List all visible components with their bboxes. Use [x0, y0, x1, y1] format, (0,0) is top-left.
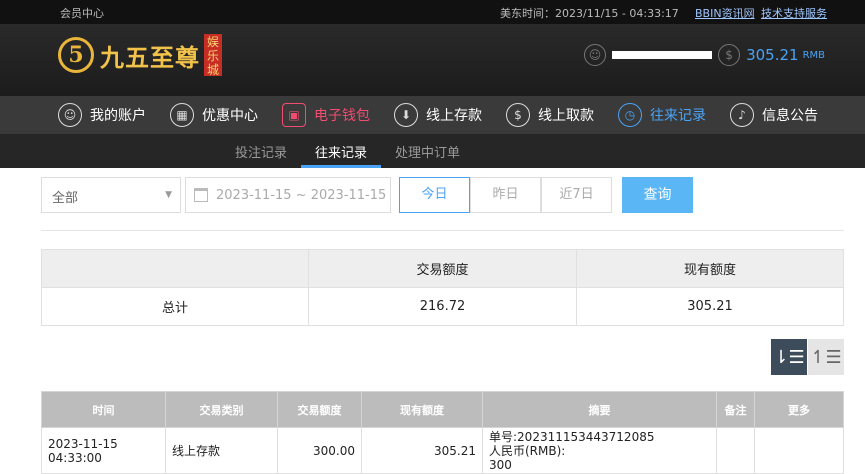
summary-header-balance: 现有额度 [576, 249, 844, 288]
col-more: 更多 [754, 391, 844, 428]
summary-header-blank [41, 249, 309, 288]
logo-text: 九五至尊 [100, 42, 200, 72]
user-box: ☺ $ 305.21 RMB [584, 44, 825, 66]
records-table: 时间 交易类别 交易额度 现有额度 摘要 备注 更多 2023-11-15 04… [41, 391, 844, 474]
logo-mark: 5 [58, 37, 94, 73]
nav-label: 信息公告 [762, 108, 818, 124]
site-logo[interactable]: 5 九五至尊 娱乐城 [58, 34, 222, 77]
nav-my-account[interactable]: ☺ 我的账户 [58, 103, 146, 127]
tab-pending-orders[interactable]: 处理中订单 [381, 134, 474, 168]
nav-records[interactable]: ◷ 往来记录 [618, 103, 706, 127]
query-button[interactable]: 查询 [622, 177, 693, 213]
member-center-label: 会员中心 [60, 7, 104, 20]
nav-promotions[interactable]: ▦ 优惠中心 [170, 103, 258, 127]
filter-bar: 全部 ▼ 2023-11-15 ~ 2023-11-15 今日 昨日 近7日 查… [41, 177, 693, 213]
col-summary: 摘要 [482, 391, 717, 428]
nav-label: 线上取款 [538, 108, 594, 124]
user-icon: ☺ [58, 103, 82, 127]
gift-icon: ▦ [170, 103, 194, 127]
today-button[interactable]: 今日 [399, 177, 470, 213]
col-amount: 交易额度 [277, 391, 362, 428]
date-range-value: 2023-11-15 ~ 2023-11-15 [216, 187, 387, 203]
nav-announcements[interactable]: ♪ 信息公告 [730, 103, 818, 127]
wallet-icon: ▣ [282, 103, 306, 127]
nav-label: 电子钱包 [314, 108, 370, 124]
tab-bet-records[interactable]: 投注记录 [221, 134, 301, 168]
summary-header-amount: 交易额度 [308, 249, 577, 288]
date-range-input[interactable]: 2023-11-15 ~ 2023-11-15 [185, 177, 391, 213]
nav-label: 我的账户 [90, 108, 146, 124]
chevron-down-icon: ▼ [165, 190, 172, 200]
row-amount: 300.00 [277, 427, 362, 474]
sub-nav: 投注记录 往来记录 处理中订单 [0, 134, 865, 168]
row-summary: 单号:202311153443712085 人民币(RMB): 300 [482, 427, 717, 474]
calendar-icon [194, 188, 208, 202]
last-7-days-button[interactable]: 近7日 [541, 177, 612, 213]
col-note: 备注 [716, 391, 755, 428]
sort-buttons: ⇂☰ ↿☰ [771, 339, 844, 375]
col-balance: 现有额度 [361, 391, 483, 428]
record-icon: ◷ [618, 103, 642, 127]
type-select[interactable]: 全部 ▼ [41, 177, 181, 213]
username-masked [612, 51, 713, 59]
sort-asc-icon[interactable]: ↿☰ [808, 339, 844, 375]
header: 5 九五至尊 娱乐城 ☺ $ 305.21 RMB [0, 24, 865, 96]
nav-deposit[interactable]: ⬇ 线上存款 [394, 103, 482, 127]
account-balance: 305.21 [746, 46, 799, 64]
eastern-time: 美东时间：2023/11/15 - 04:33:17 [500, 7, 679, 20]
deposit-icon: ⬇ [394, 103, 418, 127]
bell-icon: ♪ [730, 103, 754, 127]
nav-e-wallet[interactable]: ▣ 电子钱包 [282, 103, 370, 127]
nav-withdraw[interactable]: $ 线上取款 [506, 103, 594, 127]
logo-tag: 娱乐城 [204, 34, 222, 77]
main-nav: ☺ 我的账户 ▦ 优惠中心 ▣ 电子钱包 ⬇ 线上存款 $ 线上取款 ◷ 往来记录 ♪ 信息公… [0, 96, 865, 134]
sort-desc-icon[interactable]: ⇂☰ [771, 339, 807, 375]
top-bar: 会员中心 美东时间：2023/11/15 - 04:33:17 BBIN资讯网 … [0, 0, 865, 24]
summary-total-amount: 216.72 [308, 287, 577, 326]
nav-label: 线上存款 [426, 108, 482, 124]
currency-label: RMB [802, 49, 825, 61]
withdraw-icon: $ [506, 103, 530, 127]
summary-value: 300 [489, 457, 512, 472]
row-balance: 305.21 [361, 427, 483, 474]
col-time: 时间 [41, 391, 166, 428]
col-type: 交易类别 [165, 391, 278, 428]
quick-date-group: 今日 昨日 近7日 [399, 177, 612, 213]
bbin-news-link[interactable]: BBIN资讯网 [695, 5, 755, 21]
type-select-value: 全部 [52, 191, 79, 206]
row-note [716, 427, 755, 474]
user-avatar-icon[interactable]: ☺ [584, 44, 607, 66]
tab-transaction-records[interactable]: 往来记录 [300, 134, 381, 168]
summary-table: 交易额度 现有额度 总计 216.72 305.21 [41, 249, 844, 326]
summary-total-balance: 305.21 [576, 287, 844, 326]
yesterday-button[interactable]: 昨日 [470, 177, 541, 213]
table-row: 2023-11-15 04:33:00 线上存款 300.00 305.21 单… [41, 427, 844, 474]
tech-support-link[interactable]: 技术支持服务 [761, 5, 827, 21]
summary-currency: 人民币(RMB): [489, 443, 566, 458]
row-time: 2023-11-15 04:33:00 [41, 427, 166, 474]
divider [41, 230, 844, 231]
summary-order-no: 单号:202311153443712085 [489, 429, 655, 444]
nav-label: 优惠中心 [202, 108, 258, 124]
row-more[interactable] [754, 427, 844, 474]
row-type: 线上存款 [165, 427, 278, 474]
summary-total-label: 总计 [41, 287, 309, 326]
nav-label: 往来记录 [650, 108, 706, 124]
dollar-icon: $ [718, 44, 741, 66]
